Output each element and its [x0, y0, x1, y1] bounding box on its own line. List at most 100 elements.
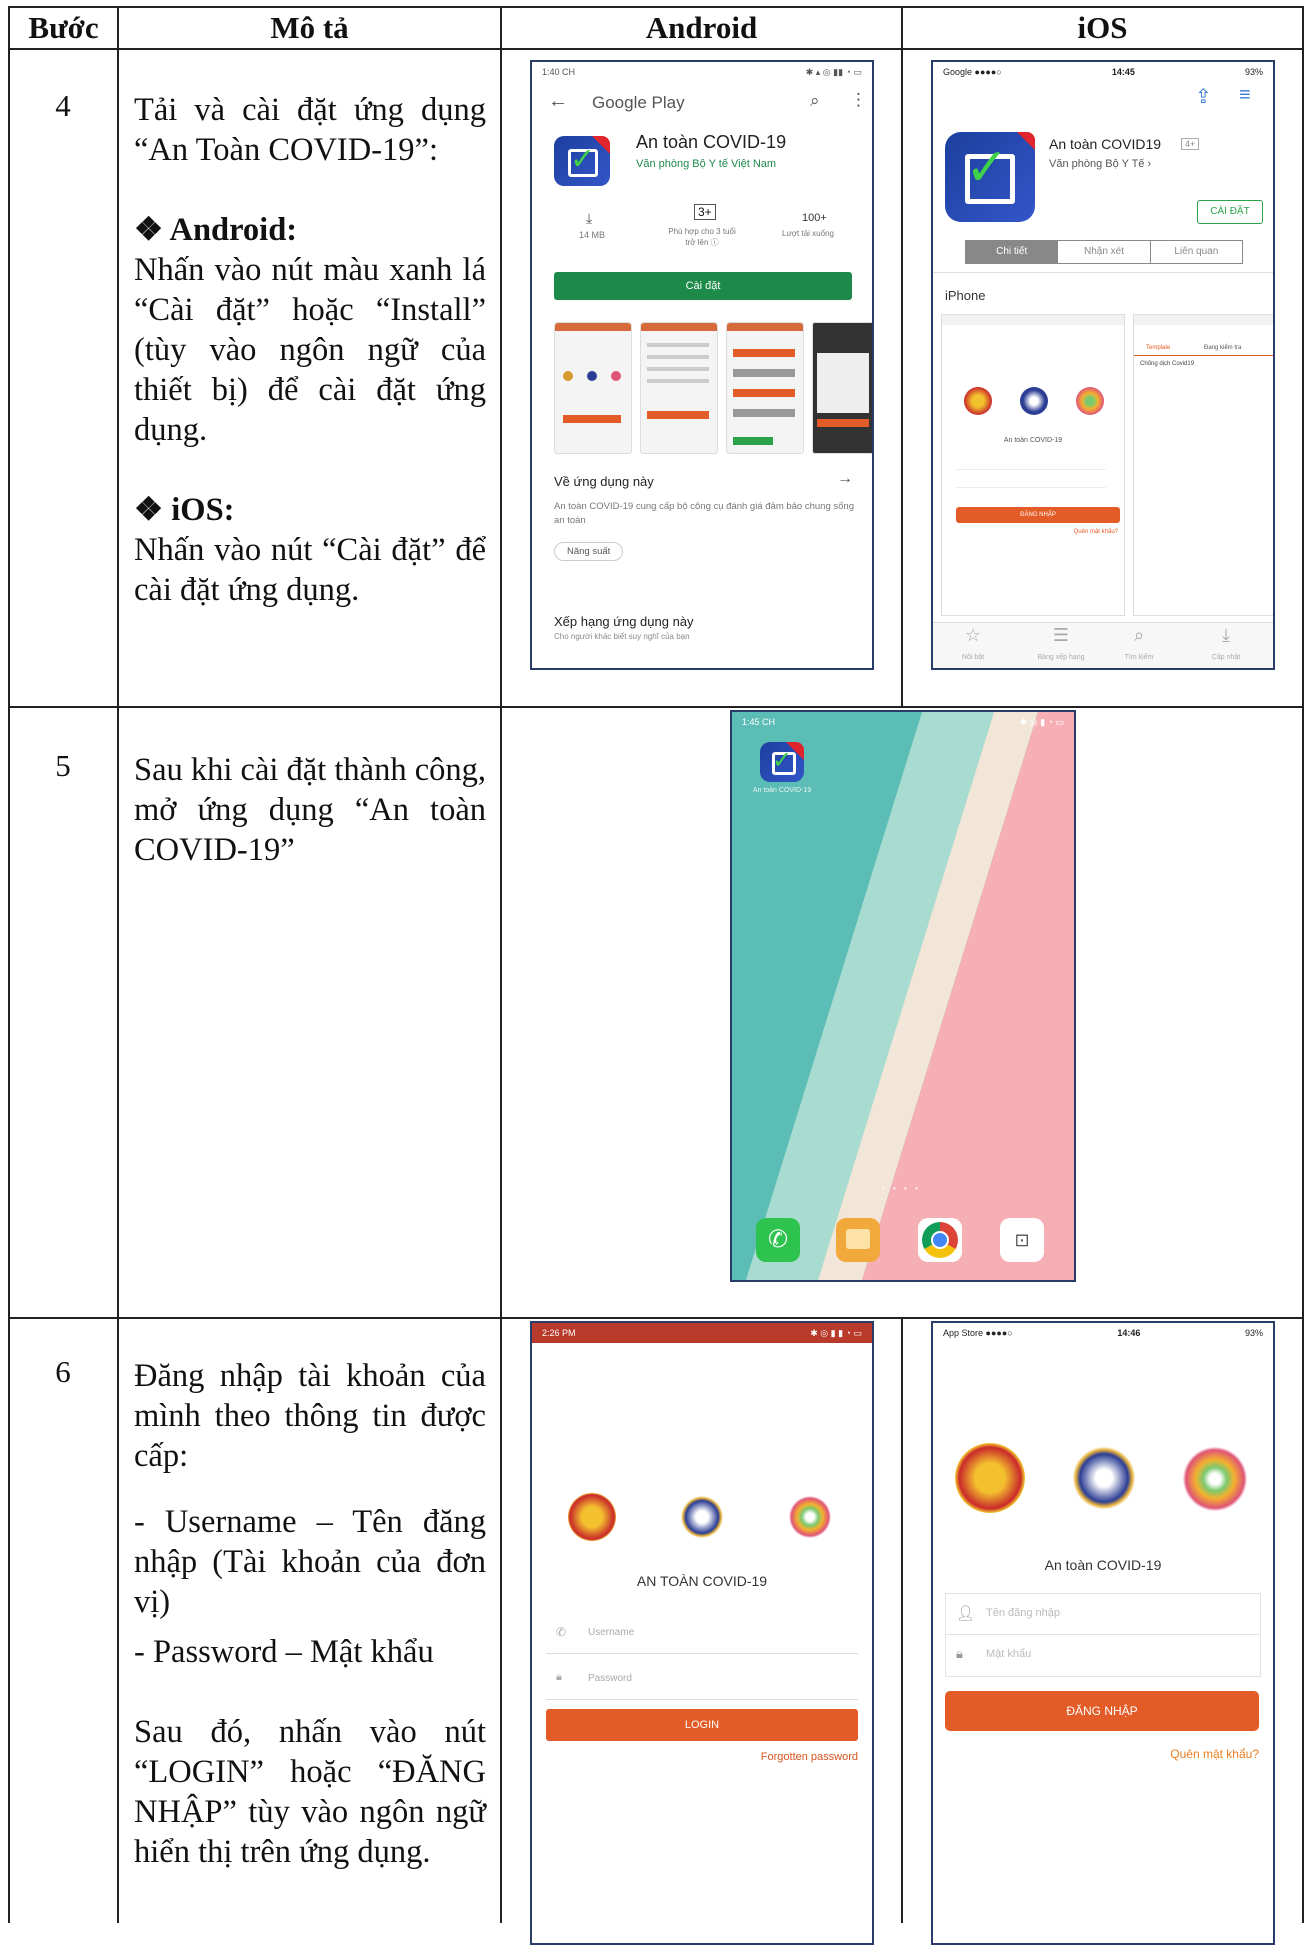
preview-login-label: ĐĂNG NHẬP: [1020, 512, 1056, 518]
national-emblem-icon: [955, 1443, 1025, 1513]
user-icon: 👤︎: [956, 1605, 976, 1622]
preview-list-item: Chống dịch Covid19: [1140, 361, 1195, 367]
ios-login-statusbar: App Store ●●●●○ 14:46 93%: [933, 1323, 1273, 1343]
tabbar-featured[interactable]: ☆ Nổi bật: [943, 625, 1003, 664]
store-install-label: CÀI ĐẶT: [1210, 206, 1250, 217]
step-6-bullet-username: - Username – Tên đăng nhập (Tài khoản củ…: [134, 1504, 486, 1620]
preview-tab-checking: Đang kiểm tra: [1204, 345, 1242, 351]
download-size: 14 MB: [579, 230, 606, 240]
username-placeholder: Username: [588, 1627, 635, 1638]
play-app-name: An toàn COVID-19: [636, 132, 787, 152]
more-icon[interactable]: ⋮: [850, 90, 867, 110]
tabbar-charts[interactable]: ☰ Bảng xếp hạng: [1021, 625, 1101, 664]
download-size-icon: ⤓: [586, 210, 593, 226]
content-rating-text: Phù hợp cho 3 tuổi trở lên ⓘ: [668, 227, 736, 247]
home-app-shortcut[interactable]: ✓ An toàn COVID-19: [753, 742, 811, 812]
tabbar-search[interactable]: ⌕ Tìm kiếm: [1109, 625, 1169, 664]
screenshot-thumb-1[interactable]: [554, 322, 632, 454]
step-6-text-2: Sau đó, nhấn vào nút “LOGIN” hoặc “ĐĂNG …: [134, 1714, 486, 1870]
install-button-label: Cài đặt: [685, 280, 721, 292]
store-title: Google Play: [592, 93, 685, 112]
phone-icon: ✆: [556, 1625, 567, 1639]
downloads-count: 100+: [802, 212, 827, 224]
step-number-4: 4: [55, 88, 71, 123]
password-field[interactable]: 🔒︎ Password: [546, 1659, 858, 1700]
statusbar-icons: ✱ ▴ ◎ ▮▮ ◔ ▭: [805, 66, 862, 77]
step-4-title: Tải và cài đặt ứng dụng “An Toàn COVID-1…: [134, 92, 486, 168]
store-publisher[interactable]: Văn phòng Bộ Y Tế ›: [1049, 158, 1151, 170]
screenshot-thumb-4[interactable]: [812, 322, 872, 454]
statusbar-carrier: Google ●●●●○: [943, 67, 1002, 77]
home-icon-label: An toàn COVID-19: [752, 787, 812, 794]
category-chip[interactable]: Năng suất: [554, 542, 624, 561]
store-tabs: Chi tiết Nhận xét Liên quan: [965, 240, 1243, 264]
android-play-screenshot: 1:40 CH ✱ ▴ ◎ ▮▮ ◔ ▭ ← Google Play ⌕ ⋮ ✓…: [530, 60, 874, 670]
page-indicator: • • • •: [882, 1184, 921, 1193]
lock-icon: 🔒︎: [956, 1646, 963, 1661]
covid-safety-emblem-icon: [786, 1493, 834, 1541]
ios-preview-2[interactable]: Template Đang kiểm tra Chống dịch Covid1…: [1133, 314, 1273, 616]
home-statusbar: 1:45 CH ✱ ◎ ▮ ◔ ▭: [732, 712, 1074, 732]
about-arrow-icon[interactable]: →: [837, 470, 853, 488]
tabbar-updates[interactable]: ⤓ Cập nhật: [1191, 625, 1261, 664]
downloads-label: Lượt tải xuống: [782, 229, 834, 238]
search-icon[interactable]: ⌕: [810, 91, 820, 111]
statusbar-icons: ✱ ◎ ▮ ▮ ◔ ▭: [810, 1327, 862, 1338]
col-divider-3: [901, 6, 903, 706]
statusbar-time: 14:46: [1117, 1328, 1141, 1338]
device-label: iPhone: [945, 288, 986, 303]
tab-details[interactable]: Chi tiết: [966, 241, 1058, 263]
lock-icon: 🔒︎: [556, 1671, 562, 1683]
tabbar-updates-label: Cập nhật: [1211, 654, 1241, 661]
ios-forgot-password-link[interactable]: Quên mật khẩu?: [1170, 1747, 1259, 1761]
ios-preview-1[interactable]: An toàn COVID-19 ĐĂNG NHẬP Quên mật khẩu…: [941, 314, 1125, 616]
rate-subtitle: Cho người khác biết suy nghĩ của bạn: [554, 632, 690, 641]
preview-caption: An toàn COVID-19: [1003, 437, 1063, 444]
tab-reviews[interactable]: Nhận xét: [1057, 241, 1149, 263]
forgot-password-link[interactable]: Forgotten password: [761, 1751, 858, 1763]
store-app-name: An toàn COVID19: [1049, 136, 1162, 152]
ios-login-button[interactable]: ĐĂNG NHẬP: [945, 1691, 1259, 1731]
login-button[interactable]: LOGIN: [546, 1709, 858, 1741]
messages-app-icon[interactable]: [836, 1218, 880, 1262]
about-title[interactable]: Về ứng dụng này: [554, 474, 654, 489]
step-6-text-1: Đăng nhập tài khoản của mình theo thông …: [134, 1358, 486, 1474]
play-publisher[interactable]: Văn phòng Bộ Y tế Việt Nam: [636, 158, 776, 170]
header-android: Android: [645, 10, 758, 45]
store-age-badge: 4+: [1181, 138, 1200, 150]
step-5-text: Sau khi cài đặt thành công, mở ứng dụng …: [134, 752, 486, 868]
ios-password-field[interactable]: 🔒︎ Mật khẩu: [946, 1635, 1260, 1675]
ios-username-placeholder: Tên đăng nhập: [986, 1607, 1061, 1619]
install-button[interactable]: Cài đặt: [554, 272, 852, 300]
preview-forgot: Quên mật khẩu?: [1073, 529, 1118, 535]
download-icon: ⤓: [1222, 625, 1230, 645]
header-divider: [8, 48, 1304, 50]
ios-heading: ❖ iOS:: [134, 492, 235, 528]
login-app-title: AN TOÀN COVID-19: [636, 1573, 768, 1589]
list-icon[interactable]: ≡: [1239, 84, 1251, 107]
login-button-label: LOGIN: [684, 1719, 720, 1731]
app-icon-checkmark: ✓: [772, 746, 793, 774]
ios-login-form: 👤︎ Tên đăng nhập 🔒︎ Mật khẩu: [945, 1593, 1261, 1677]
chrome-app-icon[interactable]: [918, 1218, 962, 1262]
statusbar-battery: 93%: [1244, 1328, 1263, 1338]
ios-username-field[interactable]: 👤︎ Tên đăng nhập: [946, 1594, 1260, 1635]
store-install-button[interactable]: CÀI ĐẶT: [1197, 200, 1263, 224]
share-icon[interactable]: ⇪: [1195, 84, 1212, 109]
back-arrow-icon[interactable]: ←: [548, 90, 568, 113]
ios-login-app-title: An toàn COVID-19: [1044, 1557, 1162, 1573]
tabbar-featured-label: Nổi bật: [961, 654, 985, 661]
screenshot-thumb-2[interactable]: [640, 322, 718, 454]
username-field[interactable]: ✆ Username: [546, 1613, 858, 1654]
app-icon-checkmark: ✓: [965, 138, 1009, 198]
search-icon: ⌕: [1133, 625, 1145, 645]
tab-related[interactable]: Liên quan: [1149, 241, 1242, 263]
preview-emblem-national: [964, 387, 992, 415]
camera-app-icon[interactable]: ⊡: [1000, 1218, 1044, 1262]
step-4-description: Tải và cài đặt ứng dụng “An Toàn COVID-1…: [134, 90, 486, 610]
step-5-description: Sau khi cài đặt thành công, mở ứng dụng …: [134, 750, 486, 870]
table-border-right: [1302, 6, 1304, 1923]
screenshot-thumb-3[interactable]: [726, 322, 804, 454]
statusbar-time: 2:26 PM: [542, 1328, 576, 1338]
phone-app-icon[interactable]: ✆: [756, 1218, 800, 1262]
